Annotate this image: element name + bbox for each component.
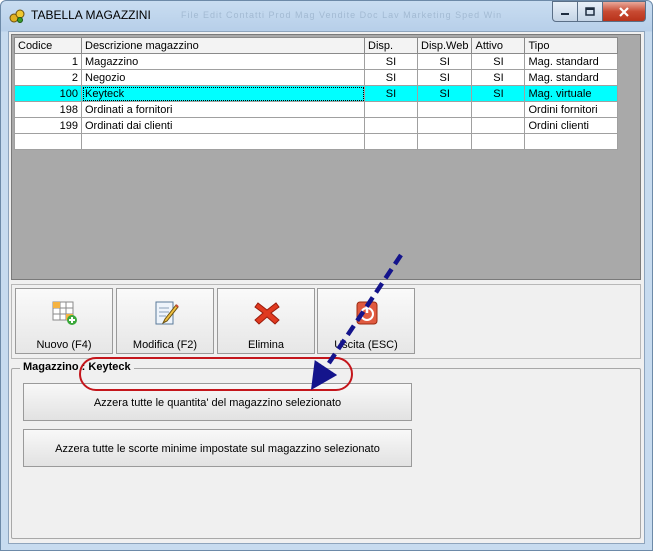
minimize-icon	[561, 12, 569, 15]
annotation-highlight-oval	[79, 357, 353, 391]
cell-descrizione[interactable]: Ordinati a fornitori	[81, 101, 365, 118]
table-row[interactable]: 199 Ordinati dai clienti Ordini clienti	[14, 117, 619, 134]
new-grid-icon	[52, 301, 77, 325]
edit-button[interactable]: Modifica (F2)	[116, 288, 214, 354]
table-row[interactable]: 2 Negozio SI SI SI Mag. standard	[14, 69, 619, 86]
cell-disp-web[interactable]	[416, 101, 473, 118]
cell-tipo[interactable]: Ordini fornitori	[524, 101, 619, 118]
app-icon	[9, 9, 25, 23]
cell-codice[interactable]: 198	[14, 101, 82, 118]
exit-power-icon	[356, 301, 378, 325]
title-bar[interactable]: TABELLA MAGAZZINI File Edit Contatti Pro…	[1, 1, 652, 31]
cell-disp-web[interactable]: SI	[416, 53, 473, 70]
table-row[interactable]: 1 Magazzino SI SI SI Mag. standard	[14, 53, 619, 70]
column-header-tipo[interactable]: Tipo	[524, 37, 619, 54]
delete-button-label: Elimina	[247, 339, 285, 351]
delete-button[interactable]: Elimina	[217, 288, 315, 354]
table-row[interactable]: 198 Ordinati a fornitori Ordini fornitor…	[14, 101, 619, 118]
warehouse-group: Magazzino : Keyteck Azzera tutte le quan…	[11, 361, 641, 539]
cell-descrizione[interactable]: Keyteck	[81, 85, 365, 102]
exit-button[interactable]: Uscita (ESC)	[317, 288, 415, 354]
table-header-row: Codice Descrizione magazzino Disp. Disp.…	[14, 37, 619, 54]
table-row-empty[interactable]	[14, 133, 619, 150]
toolbar: Nuovo (F4) Modifica (F2) Elimina Uscita …	[11, 284, 641, 359]
background-menu-ghost: File Edit Contatti Prod Mag Vendite Doc …	[181, 10, 503, 20]
cell-attivo[interactable]	[471, 117, 526, 134]
cell-tipo[interactable]: Mag. virtuale	[524, 85, 619, 102]
delete-x-icon	[254, 302, 280, 325]
cell-attivo[interactable]: SI	[471, 53, 526, 70]
cell-attivo[interactable]: SI	[471, 85, 526, 102]
column-header-attivo[interactable]: Attivo	[471, 37, 526, 54]
cell-codice[interactable]: 199	[14, 117, 82, 134]
cell-disp[interactable]	[364, 133, 418, 150]
warehouse-grid-area: Codice Descrizione magazzino Disp. Disp.…	[11, 34, 641, 280]
exit-button-label: Uscita (ESC)	[334, 339, 398, 351]
cell-codice[interactable]: 1	[14, 53, 82, 70]
cell-disp[interactable]	[364, 101, 418, 118]
cell-disp[interactable]: SI	[364, 53, 418, 70]
cell-disp-web[interactable]	[416, 117, 473, 134]
close-button[interactable]	[603, 1, 646, 22]
new-button[interactable]: Nuovo (F4)	[15, 288, 113, 354]
cell-disp[interactable]: SI	[364, 69, 418, 86]
edit-document-icon	[155, 301, 179, 325]
cell-tipo[interactable]: Mag. standard	[524, 53, 619, 70]
close-icon	[619, 6, 629, 17]
edit-button-label: Modifica (F2)	[132, 339, 198, 351]
column-header-descrizione[interactable]: Descrizione magazzino	[81, 37, 365, 54]
cell-disp[interactable]	[364, 117, 418, 134]
cell-disp-web[interactable]: SI	[416, 69, 473, 86]
column-header-codice[interactable]: Codice	[14, 37, 82, 54]
cell-descrizione[interactable]: Negozio	[81, 69, 365, 86]
cell-descrizione[interactable]	[81, 133, 365, 150]
new-button-label: Nuovo (F4)	[36, 339, 92, 351]
cell-disp[interactable]: SI	[364, 85, 418, 102]
warehouse-table[interactable]: Codice Descrizione magazzino Disp. Disp.…	[14, 37, 619, 150]
window-title: TABELLA MAGAZZINI	[31, 8, 151, 22]
maximize-button[interactable]	[578, 1, 603, 22]
maximize-icon	[585, 6, 595, 16]
cell-attivo[interactable]	[471, 101, 526, 118]
minimize-button[interactable]	[552, 1, 578, 22]
cell-disp-web[interactable]	[416, 133, 473, 150]
cell-codice[interactable]	[14, 133, 82, 150]
column-header-disp-web[interactable]: Disp.Web	[416, 37, 473, 54]
client-area: Codice Descrizione magazzino Disp. Disp.…	[8, 31, 645, 544]
cell-tipo[interactable]	[524, 133, 619, 150]
column-header-disp[interactable]: Disp.	[364, 37, 418, 54]
cell-tipo[interactable]: Mag. standard	[524, 69, 619, 86]
cell-disp-web[interactable]: SI	[416, 85, 473, 102]
cell-codice[interactable]: 100	[14, 85, 82, 102]
table-row-selected[interactable]: 100 Keyteck SI SI SI Mag. virtuale	[14, 85, 619, 102]
window: TABELLA MAGAZZINI File Edit Contatti Pro…	[0, 0, 653, 551]
cell-codice[interactable]: 2	[14, 69, 82, 86]
reset-minimum-stock-button[interactable]: Azzera tutte le scorte minime impostate …	[23, 429, 412, 467]
cell-attivo[interactable]: SI	[471, 69, 526, 86]
cell-tipo[interactable]: Ordini clienti	[524, 117, 619, 134]
cell-descrizione[interactable]: Ordinati dai clienti	[81, 117, 365, 134]
cell-attivo[interactable]	[471, 133, 526, 150]
window-controls	[552, 1, 646, 22]
cell-descrizione[interactable]: Magazzino	[81, 53, 365, 70]
